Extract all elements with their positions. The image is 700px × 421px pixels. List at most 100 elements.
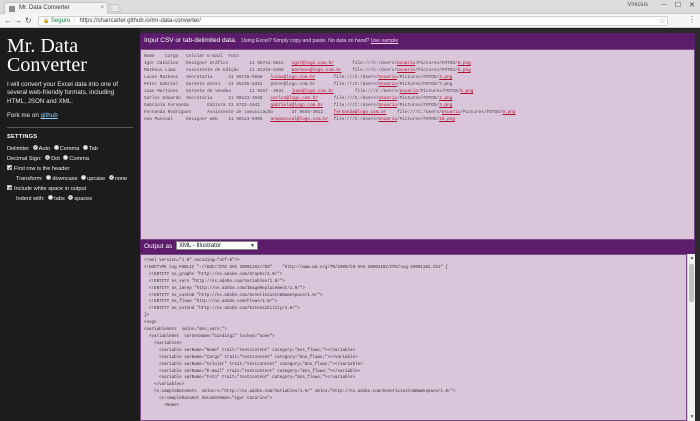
input-panel-header: Input CSV or tab-delimited data. Using E… xyxy=(140,33,695,49)
url-text: https://shancarter.github.io/mr-data-con… xyxy=(79,18,201,24)
output-line: <!ENTITY ns_imrep "http://ns.adobe.com/I… xyxy=(144,286,305,291)
input-row-post: /Pictures/FOTOS/ xyxy=(418,89,461,94)
transform-upcase-label: upcase xyxy=(87,175,106,182)
input-row-file: 4.png xyxy=(439,75,453,80)
output-line: ]> xyxy=(144,314,150,319)
input-textarea[interactable]: Nome Cargo Celular E-mail Foto Igor Catar… xyxy=(140,49,695,240)
first-row-header-row: First row is the header xyxy=(7,164,133,174)
url-input[interactable]: 🔒 Seguro | https://shancarter.github.io/m… xyxy=(38,16,668,26)
transform-none-radio[interactable] xyxy=(108,175,114,181)
browser-tab[interactable]: Mr. Data Converter × xyxy=(4,2,108,14)
input-row-user: Usuario xyxy=(399,89,419,94)
scroll-thumb[interactable] xyxy=(689,264,694,302)
github-link[interactable]: github xyxy=(41,112,58,119)
include-whitespace-checkbox[interactable] xyxy=(7,185,12,191)
input-row-file: 3.png xyxy=(439,103,453,108)
delimiter-auto-label: Auto xyxy=(38,145,51,152)
output-line: <variable varName="Cargo" trait="textcon… xyxy=(144,355,358,360)
first-row-header-checkbox[interactable] xyxy=(7,165,12,171)
transform-downcase-label: downcase xyxy=(52,175,78,182)
indent-row: Indent with: tabs spaces xyxy=(7,194,133,204)
forward-icon[interactable]: → xyxy=(14,16,22,26)
decimal-dot-radio[interactable] xyxy=(45,155,51,161)
input-row-file: 2.png xyxy=(439,96,453,101)
delimiter-comma-radio[interactable] xyxy=(53,145,59,151)
site-title-line2: Converter xyxy=(7,54,87,76)
delimiter-row: Delimiter Auto Comma Tab xyxy=(7,144,133,154)
input-data-row: Ana Pascoal Designer Web 11 99123-0405 a… xyxy=(144,116,691,123)
transform-row: Transform: downcase upcase none xyxy=(7,174,133,184)
input-row-file: 6.png xyxy=(457,68,471,73)
input-data-row: Peter Gabriel Gerente Geral 11 95235-634… xyxy=(144,81,691,88)
input-row-text: Lucas Matheus Secretaria 11 98745-5698 xyxy=(144,75,271,80)
indent-tabs-radio[interactable] xyxy=(48,195,54,201)
input-row-pre: file:///C:/Users/ xyxy=(315,75,379,80)
transform-downcase-radio[interactable] xyxy=(46,175,52,181)
indent-tabs-label: tabs xyxy=(54,195,65,202)
minimize-icon[interactable]: – xyxy=(662,1,666,8)
secure-label: Seguro xyxy=(50,18,71,24)
input-row-pre: file:///C:/Users/ xyxy=(386,110,442,115)
input-row-pre: file:///C:/Users/ xyxy=(333,61,397,66)
output-line: <!ENTITY ns_custom "http://ns.adobe.com/… xyxy=(144,293,323,298)
indent-spaces-label: spaces xyxy=(74,195,93,202)
input-heading: Input CSV or tab-delimited data. xyxy=(144,37,237,44)
input-subheading: Using Excel? Simply copy and paste. No d… xyxy=(241,38,398,44)
scroll-down-icon[interactable]: ▼ xyxy=(688,413,696,421)
indent-label: Indent with: xyxy=(16,195,45,202)
back-icon[interactable]: ← xyxy=(4,16,12,26)
input-row-post: /Pictures/FOTOS/ xyxy=(396,75,440,80)
site-title: Mr. Data Converter xyxy=(7,36,133,76)
output-line: <Nome> xyxy=(144,404,180,409)
input-data-row: Carlos Eduardo Secretaria 11 99123-3948 … xyxy=(144,95,691,102)
sidebar: Mr. Data Converter I will convert your E… xyxy=(0,29,140,421)
maximize-icon[interactable]: ☐ xyxy=(675,1,681,9)
input-row-user: Usuario xyxy=(378,82,397,87)
input-row-text: Ana Pascoal Designer Web 11 99123-0405 xyxy=(144,117,271,122)
lock-icon: 🔒 xyxy=(43,18,50,24)
output-format-value: XML - Illustrator xyxy=(179,243,222,249)
decimal-comma-radio[interactable] xyxy=(63,155,69,161)
input-row-user: Usuario xyxy=(378,117,397,122)
bookmark-star-icon[interactable]: ☆ xyxy=(659,16,666,25)
fork-text: Fork me on github xyxy=(7,112,133,119)
decimal-row: Decimal Sign: Dot Comma xyxy=(7,154,133,164)
indent-spaces-radio[interactable] xyxy=(68,195,74,201)
new-tab-button[interactable] xyxy=(108,4,122,12)
input-row-email: igor@logo.com.br xyxy=(291,61,334,66)
input-row-text: Peter Gabriel Gerente Geral 11 95235-634… xyxy=(144,82,379,87)
delimiter-tab-radio[interactable] xyxy=(82,145,88,151)
transform-none-label: none xyxy=(114,175,128,182)
input-data-row: Juan Martinez Gerente de Vendas 11 9157 … xyxy=(144,88,691,95)
input-row-post: /Pictures/FOTOS/ xyxy=(396,103,440,108)
transform-upcase-radio[interactable] xyxy=(81,175,87,181)
output-format-select[interactable]: XML - Illustrator ▼ xyxy=(176,241,258,250)
input-row-user: Usuario xyxy=(396,68,416,73)
input-row-post: /Pictures/FOTOS/ xyxy=(415,61,458,66)
window-close-icon[interactable]: ✕ xyxy=(689,1,695,9)
decimal-dot-label: Dot xyxy=(51,155,60,162)
input-row-user: Usuario xyxy=(441,110,461,115)
tab-close-icon[interactable]: × xyxy=(100,3,104,14)
transform-label: Transform: xyxy=(16,175,43,182)
scroll-up-icon[interactable]: ▲ xyxy=(688,254,696,262)
input-row-pre: file:///C:/Users/ xyxy=(328,117,379,122)
input-row-text: Juan Martinez Gerente de Vendas 11 9157 … xyxy=(144,89,292,94)
input-row-user: Usuario xyxy=(378,75,397,80)
address-bar: ← → ↻ 🔒 Seguro | https://shancarter.githu… xyxy=(0,14,700,28)
output-line: <!DOCTYPE svg PUBLIC "-//W3C//DTD SVG 20… xyxy=(144,265,449,270)
input-row-text: Carlos Eduardo Secretaria 11 99123-3948 xyxy=(144,96,271,101)
reload-icon[interactable]: ↻ xyxy=(25,16,32,26)
intro-text: I will convert your Excel data into one … xyxy=(7,81,118,105)
use-sample-link[interactable]: Use sample xyxy=(371,38,398,44)
main-content: Input CSV or tab-delimited data. Using E… xyxy=(140,29,700,421)
include-whitespace-label: Include white space in output xyxy=(14,185,87,192)
profile-name[interactable]: Vinicius xyxy=(627,2,648,8)
browser-menu-icon[interactable]: ⋮ xyxy=(688,15,696,24)
delimiter-auto-radio[interactable] xyxy=(32,145,38,151)
output-textarea[interactable]: <?xml version="1.0" encoding="utf-8"?> <!… xyxy=(140,254,687,421)
output-scrollbar[interactable]: ▲ ▼ xyxy=(687,254,695,421)
settings-heading: SETTINGS xyxy=(7,133,38,140)
input-header-row: Nome Cargo Celular E-mail Foto xyxy=(144,54,239,59)
output-heading: Output as xyxy=(144,243,173,250)
